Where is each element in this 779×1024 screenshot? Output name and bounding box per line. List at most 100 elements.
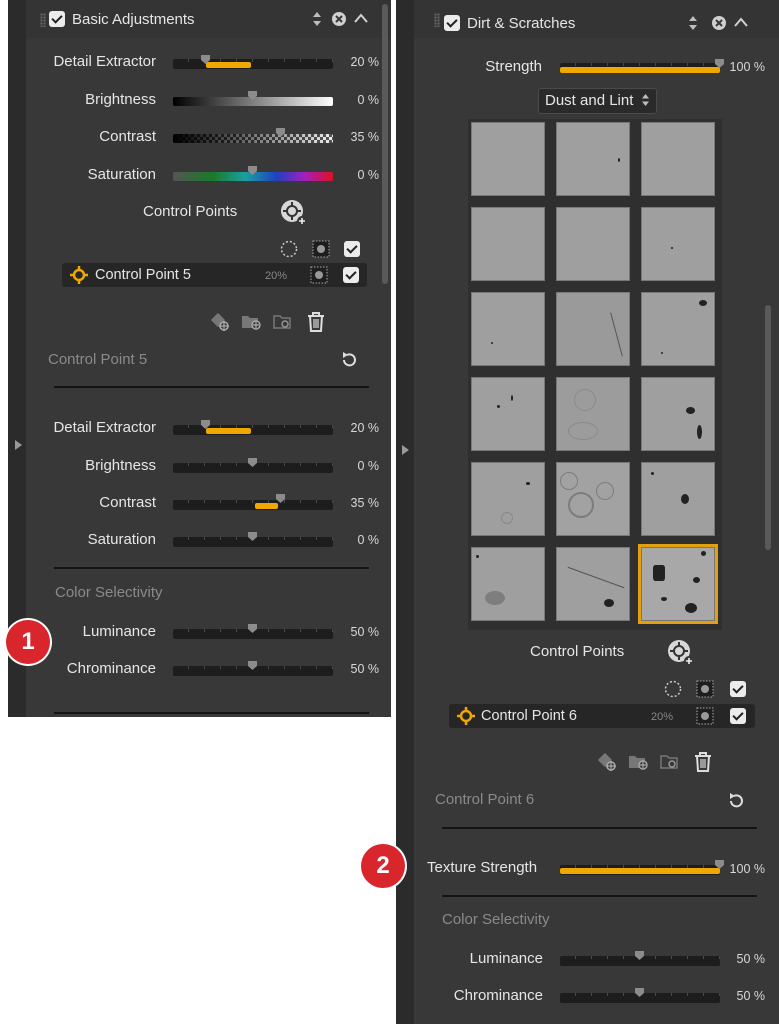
mask-icon[interactable] [312, 240, 330, 258]
slider-fill [206, 62, 251, 68]
dotted-circle-icon[interactable] [280, 240, 298, 258]
show-all-checkbox[interactable] [730, 681, 746, 697]
color-selectivity-title: Color Selectivity [55, 584, 163, 601]
panel-title: Dirt & Scratches [467, 15, 576, 32]
control-point-name[interactable]: Control Point 6 [481, 708, 577, 724]
preset-thumbnail[interactable] [468, 374, 548, 454]
slider-value[interactable]: 50 % [727, 952, 766, 966]
divider [442, 827, 757, 829]
chevron-up-icon[interactable] [734, 17, 748, 27]
reset-icon[interactable] [340, 351, 358, 369]
control-points-label: Control Points [143, 203, 238, 220]
preset-thumbnail[interactable] [553, 544, 633, 624]
slider-fill [560, 67, 720, 73]
group-icon[interactable] [628, 753, 650, 771]
drag-grip-icon[interactable] [434, 13, 440, 27]
slider-label: Detail Extractor [53, 419, 156, 436]
control-point-section-title: Control Point 6 [435, 791, 535, 808]
mask-icon[interactable] [696, 707, 714, 725]
drag-grip-icon[interactable] [40, 13, 46, 27]
preset-thumbnail[interactable] [638, 119, 718, 199]
enable-checkbox[interactable] [49, 11, 65, 27]
slider-label: Brightness [85, 457, 156, 474]
preset-thumbnail[interactable] [468, 544, 548, 624]
slider-label: Luminance [469, 950, 543, 967]
slider-value[interactable]: 20 % [339, 421, 380, 435]
add-control-point-icon[interactable] [667, 639, 695, 667]
crosshair-icon [457, 707, 475, 725]
trash-icon[interactable] [306, 311, 326, 333]
side-expand-arrow-icon[interactable] [402, 445, 409, 455]
slider-label: Strength [485, 58, 542, 75]
slider-value[interactable]: 0 % [339, 168, 379, 182]
chevron-up-icon[interactable] [354, 13, 368, 23]
slider-value[interactable]: 35 % [339, 130, 380, 144]
slider-fill [560, 868, 720, 874]
control-point-name[interactable]: Control Point 5 [95, 267, 191, 283]
slider-label: Brightness [85, 91, 156, 108]
sort-arrows-icon [641, 94, 649, 106]
preset-dropdown-value: Dust and Lint [545, 92, 634, 109]
crosshair-icon [70, 266, 88, 284]
preset-thumbnail[interactable] [553, 374, 633, 454]
preset-thumbnail-selected[interactable] [638, 544, 718, 624]
control-points-label: Control Points [530, 643, 625, 660]
preset-thumbnail[interactable] [638, 204, 718, 284]
ungroup-icon[interactable] [660, 753, 682, 771]
slider-value[interactable]: 0 % [339, 459, 379, 473]
sort-arrows-icon[interactable] [688, 15, 698, 31]
preset-thumbnail[interactable] [638, 289, 718, 369]
control-point-opacity[interactable]: 20% [651, 711, 673, 723]
slider-value[interactable]: 50 % [339, 625, 380, 639]
slider-value[interactable]: 20 % [339, 55, 380, 69]
preset-thumbnail[interactable] [468, 204, 548, 284]
scrollbar[interactable] [765, 305, 771, 550]
reset-icon[interactable] [727, 792, 745, 810]
duplicate-icon[interactable] [598, 753, 618, 773]
group-icon[interactable] [241, 313, 263, 331]
preset-dropdown[interactable]: Dust and Lint [538, 88, 657, 114]
slider-value[interactable]: 50 % [727, 989, 766, 1003]
preset-thumbnail[interactable] [638, 459, 718, 539]
mask-icon[interactable] [310, 266, 328, 284]
slider-track[interactable] [173, 500, 333, 510]
mask-icon[interactable] [696, 680, 714, 698]
preset-thumbnail[interactable] [468, 459, 548, 539]
duplicate-icon[interactable] [211, 313, 231, 333]
control-point-checkbox[interactable] [343, 267, 359, 283]
scrollbar[interactable] [382, 4, 388, 284]
dirt-scratches-panel: Dirt & Scratches Strength 100 % Dust and… [396, 0, 779, 1024]
slider-value[interactable]: 35 % [339, 496, 380, 510]
add-control-point-icon[interactable] [280, 199, 308, 227]
control-point-section-title: Control Point 5 [48, 351, 148, 368]
preset-thumbnail[interactable] [553, 289, 633, 369]
dotted-circle-icon[interactable] [664, 680, 682, 698]
ungroup-icon[interactable] [273, 313, 295, 331]
slider-label: Chrominance [66, 660, 156, 677]
show-all-checkbox[interactable] [344, 241, 360, 257]
preset-thumbnail[interactable] [638, 374, 718, 454]
preset-thumbnail[interactable] [553, 119, 633, 199]
control-point-checkbox[interactable] [730, 708, 746, 724]
control-point-row[interactable]: Control Point 5 20% [62, 263, 367, 287]
slider-value[interactable]: 0 % [339, 533, 379, 547]
preset-thumbnail[interactable] [468, 289, 548, 369]
side-expand-arrow-icon[interactable] [15, 440, 22, 450]
close-circle-icon[interactable] [711, 15, 727, 31]
preset-thumbnail[interactable] [468, 119, 548, 199]
slider-track[interactable] [173, 425, 333, 435]
slider-value[interactable]: 0 % [339, 93, 379, 107]
slider-value[interactable]: 50 % [339, 662, 380, 676]
sort-arrows-icon[interactable] [312, 11, 322, 27]
slider-value[interactable]: 100 % [727, 60, 765, 74]
control-point-opacity[interactable]: 20% [265, 270, 287, 282]
slider-track[interactable] [173, 134, 333, 143]
enable-checkbox[interactable] [444, 15, 460, 31]
preset-thumbnail[interactable] [553, 459, 633, 539]
control-point-row[interactable]: Control Point 6 20% [449, 704, 755, 728]
preset-thumbnail[interactable] [553, 204, 633, 284]
close-circle-icon[interactable] [331, 11, 347, 27]
slider-value[interactable]: 100 % [727, 862, 765, 876]
trash-icon[interactable] [693, 751, 713, 773]
slider-track[interactable] [173, 59, 333, 69]
